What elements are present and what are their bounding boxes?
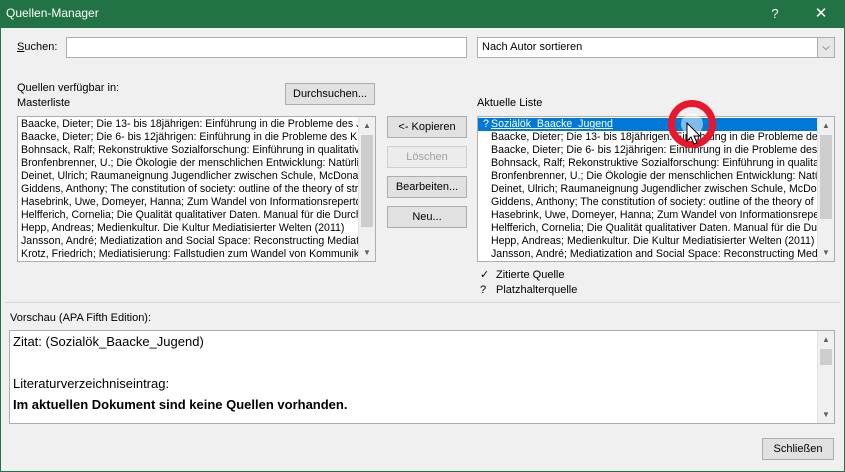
current-list-item-label: Soziälök_Baacke_Jugend xyxy=(491,118,613,130)
current-list-item[interactable]: Baacke, Dieter; Die 13- bis 18jährigen: … xyxy=(478,131,817,144)
scroll-down-icon[interactable]: ▼ xyxy=(818,244,834,261)
scroll-down-icon[interactable]: ▼ xyxy=(359,244,375,261)
browse-button[interactable]: Durchsuchen... xyxy=(285,83,375,105)
sort-select-value: Nach Autor sortieren xyxy=(482,41,583,53)
current-list-item-label: Baacke, Dieter; Die 13- bis 18jährigen: … xyxy=(491,131,817,143)
delete-button[interactable]: Löschen xyxy=(387,146,467,168)
master-list[interactable]: Baacke, Dieter; Die 13- bis 18jährigen: … xyxy=(17,116,376,262)
edit-button[interactable]: Bearbeiten... xyxy=(387,176,467,198)
current-list-item[interactable]: Bohnsack, Ralf; Rekonstruktive Sozialfor… xyxy=(478,157,817,170)
current-list-item-label: Baacke, Dieter; Die 6- bis 12jährigen: E… xyxy=(491,144,817,156)
master-list-item[interactable]: Baacke, Dieter; Die 6- bis 12jährigen: E… xyxy=(18,131,358,144)
current-list-item[interactable]: Helfferich, Cornelia; Die Qualität quali… xyxy=(478,222,817,235)
scroll-thumb[interactable] xyxy=(820,349,832,365)
master-list-item[interactable]: Helfferich, Cornelia; Die Qualität quali… xyxy=(18,209,358,222)
master-list-item[interactable]: Deinet, Ulrich; Raumaneignung Jugendlich… xyxy=(18,170,358,183)
master-list-scrollbar[interactable]: ▲ ▼ xyxy=(358,117,375,261)
scroll-up-icon[interactable]: ▲ xyxy=(359,117,375,134)
master-list-item[interactable]: Jansson, André; Mediatization and Social… xyxy=(18,235,358,248)
search-label: Suchen: xyxy=(17,41,58,53)
current-list-item[interactable]: Deinet, Ulrich; Raumaneignung Jugendlich… xyxy=(478,183,817,196)
master-list-item[interactable]: Bohnsack, Ralf; Rekonstruktive Sozialfor… xyxy=(18,144,358,157)
scroll-up-icon[interactable]: ▲ xyxy=(818,117,834,134)
legend-cited-label: Zitierte Quelle xyxy=(496,269,565,281)
close-window-button[interactable]: ✕ xyxy=(806,0,836,28)
preview-bib-label: Literaturverzeichniseintrag: xyxy=(13,376,170,391)
current-list-item-label: Hepp, Andreas; Medienkultur. Die Kultur … xyxy=(491,235,815,247)
copy-button[interactable]: <- Kopieren xyxy=(387,116,467,138)
scroll-down-icon[interactable]: ▼ xyxy=(818,406,834,423)
current-list-item[interactable]: Bronfenbrenner, U.; Die Ökologie der men… xyxy=(478,170,817,183)
help-button[interactable]: ? xyxy=(762,0,788,28)
chevron-down-icon[interactable]: ⌵ xyxy=(817,38,834,57)
current-list-item-label: Helfferich, Cornelia; Die Qualität quali… xyxy=(491,222,817,234)
title-bar: Quellen-Manager ? ✕ xyxy=(0,0,845,28)
current-list-item-label: Deinet, Ulrich; Raumaneignung Jugendlich… xyxy=(491,183,817,195)
current-list-item[interactable]: Giddens, Anthony; The constitution of so… xyxy=(478,196,817,209)
preview-scrollbar[interactable]: ▲ ▼ xyxy=(817,331,834,423)
current-list-item-label: Bronfenbrenner, U.; Die Ökologie der men… xyxy=(491,170,817,182)
current-list[interactable]: ? Soziälök_Baacke_Jugend Baacke, Dieter; D… xyxy=(477,116,835,262)
legend-placeholder-label: Platzhalterquelle xyxy=(496,284,578,296)
master-list-item[interactable]: Bronfenbrenner, U.; Die Ökologie der men… xyxy=(18,157,358,170)
scroll-up-icon[interactable]: ▲ xyxy=(818,331,834,348)
preview-box: Zitat: (Sozialök_Baacke_Jugend) Literatu… xyxy=(9,330,835,424)
mouse-pointer-icon xyxy=(686,122,702,145)
current-list-scrollbar[interactable]: ▲ ▼ xyxy=(817,117,834,261)
search-input[interactable] xyxy=(66,37,467,58)
question-mark-icon: ? xyxy=(480,284,487,296)
master-list-item[interactable]: Giddens, Anthony; The constitution of so… xyxy=(18,183,358,196)
master-list-item[interactable]: Hepp, Andreas; Medienkultur. Die Kultur … xyxy=(18,222,358,235)
current-list-item[interactable]: Hepp, Andreas; Medienkultur. Die Kultur … xyxy=(478,235,817,248)
current-list-item-label: Jansson, André; Mediatization and Social… xyxy=(491,248,817,260)
current-list-item-label: Bohnsack, Ralf; Rekonstruktive Sozialfor… xyxy=(491,157,817,169)
checkmark-icon: ✓ xyxy=(480,269,490,281)
legend-cited: ✓ Zitierte Quelle xyxy=(480,268,564,281)
preview-bib-text: Im aktuellen Dokument sind keine Quellen… xyxy=(13,397,348,412)
scroll-thumb[interactable] xyxy=(361,135,373,227)
masterlist-label: Masterliste xyxy=(17,97,71,109)
preview-citation: Zitat: (Sozialök_Baacke_Jugend) xyxy=(13,334,204,349)
preview-label: Vorschau (APA Fifth Edition): xyxy=(10,312,152,324)
current-list-item[interactable]: Hasebrink, Uwe, Domeyer, Hanna; Zum Wand… xyxy=(478,209,817,222)
new-button[interactable]: Neu... xyxy=(387,206,467,228)
placeholder-mark-icon: ? xyxy=(483,118,489,130)
current-list-item[interactable]: Jansson, André; Mediatization and Social… xyxy=(478,248,817,261)
current-list-label: Aktuelle Liste xyxy=(477,97,543,109)
master-list-item[interactable]: Baacke, Dieter; Die 13- bis 18jährigen: … xyxy=(18,118,358,131)
close-button[interactable]: Schließen xyxy=(762,438,834,460)
window-title: Quellen-Manager xyxy=(6,6,99,20)
current-list-item[interactable]: Baacke, Dieter; Die 6- bis 12jährigen: E… xyxy=(478,144,817,157)
master-list-item[interactable]: Hasebrink, Uwe, Domeyer, Hanna; Zum Wand… xyxy=(18,196,358,209)
sort-select[interactable]: Nach Autor sortieren ⌵ xyxy=(477,37,835,58)
scroll-thumb[interactable] xyxy=(820,135,832,219)
separator xyxy=(5,302,840,303)
current-list-item-label: Giddens, Anthony; The constitution of so… xyxy=(491,196,817,208)
current-list-item[interactable]: ? Soziälök_Baacke_Jugend xyxy=(478,118,817,131)
master-list-item[interactable]: Krotz, Friedrich; Mediatisierung: Fallst… xyxy=(18,248,358,261)
sources-available-label: Quellen verfügbar in: xyxy=(17,82,120,94)
legend-placeholder: ? Platzhalterquelle xyxy=(480,284,577,296)
current-list-item-label: Hasebrink, Uwe, Domeyer, Hanna; Zum Wand… xyxy=(491,209,817,221)
